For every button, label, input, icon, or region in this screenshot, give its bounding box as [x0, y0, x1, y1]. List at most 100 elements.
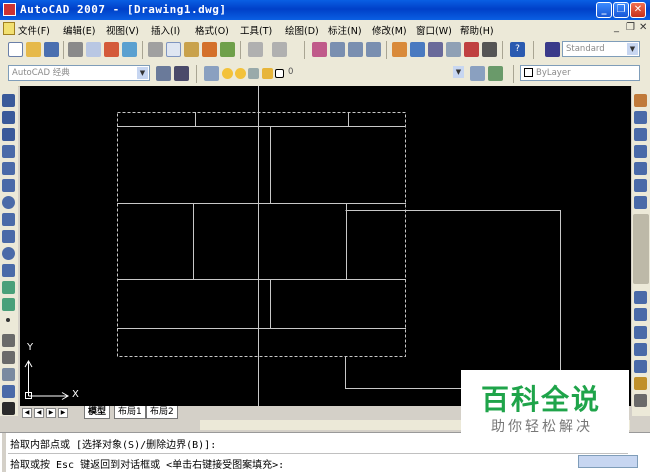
menu-insert[interactable]: 插入(I) [151, 23, 180, 37]
rotate-icon[interactable] [634, 196, 647, 209]
scale-icon[interactable] [634, 291, 647, 304]
drawing-canvas[interactable]: Y X [20, 86, 631, 406]
spline-icon[interactable] [2, 230, 15, 243]
rectangle-icon[interactable] [2, 162, 15, 175]
menu-view[interactable]: 视图(V) [106, 23, 139, 37]
tab-layout1[interactable]: 布局1 [114, 406, 146, 419]
color-combo[interactable]: ByLayer [520, 65, 640, 81]
insert-block-icon[interactable] [2, 281, 15, 294]
zoom-realtime-icon[interactable] [330, 42, 345, 57]
zoom-window-icon[interactable] [348, 42, 363, 57]
revision-cloud-icon[interactable] [2, 213, 15, 226]
layer-lock-icon[interactable] [248, 68, 259, 79]
menu-tools[interactable]: 工具(T) [240, 23, 272, 37]
publish-icon[interactable] [104, 42, 119, 57]
tab-layout2[interactable]: 布局2 [146, 406, 178, 419]
copy-object-icon[interactable] [634, 111, 647, 124]
point-icon[interactable] [6, 318, 10, 322]
multiline-text-icon[interactable] [2, 402, 15, 415]
prev-tab-button[interactable]: ◀ [34, 408, 44, 418]
mdi-minimize-button[interactable]: _ [614, 22, 619, 33]
table-icon[interactable] [2, 385, 15, 398]
layer-previous-icon[interactable] [488, 66, 503, 81]
mdi-close-button[interactable]: ✕ [639, 22, 647, 33]
redo-icon[interactable] [272, 42, 287, 57]
array-icon[interactable] [634, 162, 647, 175]
menu-modify[interactable]: 修改(M) [372, 23, 407, 37]
help-icon[interactable]: ? [510, 42, 525, 57]
ellipse-icon[interactable] [2, 247, 15, 260]
text-style-combo[interactable]: Standard ▼ [562, 41, 640, 57]
offset-icon[interactable] [634, 145, 647, 158]
save-workspace-icon[interactable] [174, 66, 189, 81]
document-icon[interactable] [3, 22, 15, 35]
minimize-button[interactable]: _ [596, 2, 612, 18]
block-editor-icon[interactable] [220, 42, 235, 57]
undo-icon[interactable] [248, 42, 263, 57]
autocad-app-icon[interactable] [3, 3, 16, 16]
tab-model[interactable]: 模型 [84, 406, 111, 419]
line-icon[interactable] [2, 94, 15, 107]
erase-icon[interactable] [634, 94, 647, 107]
layer-on-icon[interactable] [222, 68, 233, 79]
mdi-restore-button[interactable]: ❐ [626, 22, 635, 33]
menu-file[interactable]: 文件(F) [18, 23, 50, 37]
properties-icon[interactable] [392, 42, 407, 57]
sheet-set-icon[interactable] [446, 42, 461, 57]
toolbar-scroll-handle[interactable] [633, 214, 649, 284]
pan-icon[interactable] [312, 42, 327, 57]
menu-format[interactable]: 格式(O) [195, 23, 229, 37]
save-icon[interactable] [44, 42, 59, 57]
fillet-icon[interactable] [634, 377, 647, 390]
new-icon[interactable] [8, 42, 23, 57]
make-object-layer-current-icon[interactable] [470, 66, 485, 81]
close-button[interactable]: ✕ [630, 2, 646, 18]
restore-button[interactable]: ❐ [613, 2, 629, 18]
ellipse-arc-icon[interactable] [2, 264, 15, 277]
menu-dimension[interactable]: 标注(N) [328, 23, 362, 37]
design-center-icon[interactable] [410, 42, 425, 57]
command-prompt-line[interactable]: 拾取或按 Esc 键返回到对话框或 <单击右键接受图案填充>: [10, 456, 284, 471]
open-icon[interactable] [26, 42, 41, 57]
stretch-icon[interactable] [634, 308, 647, 321]
explode-icon[interactable] [634, 394, 647, 407]
zoom-previous-icon[interactable] [366, 42, 381, 57]
gradient-icon[interactable] [2, 351, 15, 364]
construction-line-icon[interactable] [2, 111, 15, 124]
plot-icon[interactable] [122, 42, 137, 57]
command-grip[interactable] [2, 433, 6, 472]
menu-window[interactable]: 窗口(W) [416, 23, 452, 37]
workspace-settings-icon[interactable] [156, 66, 171, 81]
first-tab-button[interactable]: ◀ [22, 408, 32, 418]
markup-icon[interactable] [464, 42, 479, 57]
polygon-icon[interactable] [2, 145, 15, 158]
polyline-icon[interactable] [2, 128, 15, 141]
mirror-icon[interactable] [634, 128, 647, 141]
layer-freeze-icon[interactable] [235, 68, 246, 79]
layer-combo[interactable]: 0 ▼ [285, 65, 465, 81]
extend-icon[interactable] [634, 343, 647, 356]
next-tab-button[interactable]: ▶ [46, 408, 56, 418]
print-preview-icon[interactable] [86, 42, 101, 57]
layer-properties-icon[interactable] [204, 66, 219, 81]
chamfer-icon[interactable] [634, 360, 647, 373]
cut-icon[interactable] [148, 42, 163, 57]
move-icon[interactable] [634, 179, 647, 192]
copy-icon[interactable] [166, 42, 181, 57]
paste-icon[interactable] [184, 42, 199, 57]
match-properties-icon[interactable] [202, 42, 217, 57]
arc-icon[interactable] [2, 179, 15, 192]
hatch-icon[interactable] [2, 334, 15, 347]
print-icon[interactable] [68, 42, 83, 57]
menu-edit[interactable]: 编辑(E) [63, 23, 95, 37]
command-scrollbar[interactable] [578, 455, 638, 468]
tool-palettes-icon[interactable] [428, 42, 443, 57]
circle-icon[interactable] [2, 196, 15, 209]
menu-draw[interactable]: 绘图(D) [285, 23, 319, 37]
workspace-combo[interactable]: AutoCAD 经典 ▼ [8, 65, 150, 81]
text-style-icon[interactable] [545, 42, 560, 57]
make-block-icon[interactable] [2, 298, 15, 311]
region-icon[interactable] [2, 368, 15, 381]
last-tab-button[interactable]: ▶ [58, 408, 68, 418]
menu-help[interactable]: 帮助(H) [460, 23, 494, 37]
